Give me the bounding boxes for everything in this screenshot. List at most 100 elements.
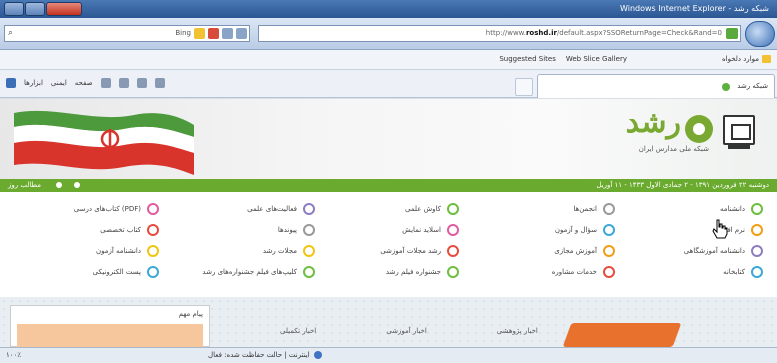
close-button[interactable] <box>46 2 82 16</box>
search-box[interactable]: ⌕ Bing <box>4 25 250 42</box>
current-date: دوشنبه ۲۲ فروردین ۱۳۹۱ - ۲ جمادی الاول ۱… <box>596 181 769 189</box>
menu-item[interactable]: آموزش مجازی <box>554 243 615 259</box>
message-banner[interactable] <box>17 324 203 347</box>
feeds-icon[interactable] <box>136 78 147 88</box>
menu-item[interactable]: رشد مجلات آموزشی <box>380 243 459 259</box>
security-zone: اینترنت | حالت حفاظت شده: فعال <box>208 351 322 359</box>
slide-dot[interactable] <box>74 182 80 188</box>
search-icon[interactable]: ⌕ <box>8 28 13 38</box>
book-image <box>562 323 682 347</box>
menu-item[interactable]: پست الکترونیکی <box>93 264 159 280</box>
menu-item-label: مجلات رشد <box>262 247 297 255</box>
menu-item-label: کتاب‌های درسی (PDF) <box>73 205 141 213</box>
menu-bullet-icon <box>147 224 159 236</box>
refresh-icon[interactable] <box>222 28 233 39</box>
menu-item[interactable]: سؤال و آزمون <box>555 222 615 238</box>
web-page: رشد شبکه ملی مدارس ایران دوشنبه ۲۲ فرورد… <box>0 99 777 347</box>
url-domain: roshd.ir <box>525 29 557 37</box>
hand-cursor-icon <box>712 219 728 239</box>
menu-item[interactable]: مجلات رشد <box>263 243 315 259</box>
menu-item[interactable]: کاوش علمی <box>405 201 459 217</box>
slide-dot[interactable] <box>56 182 62 188</box>
web-slice-gallery-link[interactable]: Web Slice Gallery <box>566 55 627 63</box>
menu-item-label: اسلاید نمایش <box>402 226 441 234</box>
command-buttons: ابزارها ایمنی صفحه <box>6 78 165 88</box>
menu-bullet-icon <box>303 245 315 257</box>
menu-bullet-icon <box>603 203 615 215</box>
menu-item[interactable]: انجمن‌ها <box>573 201 615 217</box>
safety-menu[interactable]: ایمنی <box>51 79 67 87</box>
maximize-button[interactable] <box>25 2 45 16</box>
menu-item[interactable]: کتاب‌های درسی (PDF) <box>74 201 159 217</box>
page-icon <box>726 28 738 39</box>
menu-bullet-icon <box>303 266 315 278</box>
menu-item-label: جشنواره فیلم رشد <box>385 268 441 276</box>
menu-item-label: رشد مجلات آموزشی <box>380 247 441 255</box>
menu-item-label: انجمن‌ها <box>573 205 597 213</box>
tab-news-research[interactable]: اخبار پژوهشی <box>497 327 538 335</box>
print-icon[interactable] <box>100 78 111 88</box>
menu-bullet-icon <box>603 245 615 257</box>
favorites-button[interactable]: موارد دلخواه <box>722 55 771 63</box>
page-menu[interactable]: صفحه <box>75 79 93 87</box>
roshd-logo[interactable]: رشد شبکه ملی مدارس ایران <box>583 105 763 171</box>
menu-item[interactable]: خدمات مشاوره <box>552 264 615 280</box>
menu-item[interactable]: کلیپ‌های فیلم جشنواره‌های رشد <box>202 264 315 280</box>
menu-bullet-icon <box>447 203 459 215</box>
tab-roshd[interactable]: شبکه رشد <box>537 74 775 98</box>
minimize-button[interactable] <box>4 2 24 16</box>
menu-item[interactable]: کتاب تخصصی <box>100 222 159 238</box>
tab-news-education[interactable]: اخبار آموزشی <box>386 327 427 335</box>
logo-circle-icon <box>685 115 713 143</box>
search-provider: Bing <box>175 29 191 37</box>
menu-item[interactable]: دانشنامه آزمون <box>96 243 159 259</box>
logo-text: رشد <box>625 105 681 140</box>
menu-item-label: کتاب تخصصی <box>100 226 141 234</box>
mail-icon[interactable] <box>118 78 129 88</box>
content-section: پیام مهم اخبار تکمیلی اخبار آموزشی اخبار… <box>0 297 777 347</box>
date-bar: دوشنبه ۲۲ فروردین ۱۳۹۱ - ۲ جمادی الاول ۱… <box>0 179 777 192</box>
url-field[interactable]: http://www.roshd.ir/default.aspx?SSORetu… <box>258 25 741 42</box>
tab-title: شبکه رشد <box>737 82 768 90</box>
help-icon[interactable] <box>6 78 16 88</box>
menu-item-label: فعالیت‌های علمی <box>247 205 297 213</box>
menu-bullet-icon <box>447 224 459 236</box>
menu-item-label: پیوندها <box>277 226 297 234</box>
url-prefix: http://www. <box>485 29 526 37</box>
suggested-sites-link[interactable]: Suggested Sites <box>499 55 556 63</box>
site-favicon-icon <box>722 83 730 91</box>
menu-item[interactable]: اسلاید نمایش <box>402 222 459 238</box>
url-text: http://www.roshd.ir/default.aspx?SSORetu… <box>486 29 722 37</box>
menu-item[interactable]: دانشنامه آموزشگاهی <box>684 243 763 259</box>
menu-bullet-icon <box>447 266 459 278</box>
menu-item[interactable]: دانشنامه <box>720 201 763 217</box>
menu-bullet-icon <box>751 245 763 257</box>
rss-icon[interactable] <box>194 28 205 39</box>
iran-flag-image <box>14 110 194 175</box>
monitor-icon <box>723 115 755 149</box>
tab-news-supplementary[interactable]: اخبار تکمیلی <box>280 327 316 335</box>
tools-menu[interactable]: ابزارها <box>24 79 43 87</box>
menu-bullet-icon <box>303 203 315 215</box>
box-title: پیام مهم <box>178 310 203 318</box>
back-forward-icon[interactable] <box>745 21 775 47</box>
zoom-level[interactable]: ۱۰۰٪ <box>6 351 21 359</box>
title-bar: Windows Internet Explorer - شبکه رشد <box>0 0 777 18</box>
site-banner: رشد شبکه ملی مدارس ایران <box>0 99 777 179</box>
window-controls <box>4 2 82 16</box>
command-bar: ابزارها ایمنی صفحه شبکه رشد <box>0 70 777 98</box>
menu-item-label: سؤال و آزمون <box>554 226 597 234</box>
menu-item[interactable]: پیوندها <box>278 222 315 238</box>
compat-icon[interactable] <box>236 28 247 39</box>
menu-item[interactable]: کتابخانه <box>723 264 763 280</box>
new-tab-button[interactable] <box>515 78 533 96</box>
stop-icon[interactable] <box>208 28 219 39</box>
menu-bullet-icon <box>147 203 159 215</box>
menu-item-label: خدمات مشاوره <box>551 268 597 276</box>
main-menu: دانشنامه نرم افزار دانشنامه آموزشگاهی کت… <box>0 195 777 291</box>
home-icon[interactable] <box>154 78 165 88</box>
menu-item[interactable]: جشنواره فیلم رشد <box>386 264 459 280</box>
menu-item[interactable]: فعالیت‌های علمی <box>247 201 315 217</box>
menu-bullet-icon <box>303 224 315 236</box>
logo-subtitle: شبکه ملی مدارس ایران <box>638 145 709 153</box>
